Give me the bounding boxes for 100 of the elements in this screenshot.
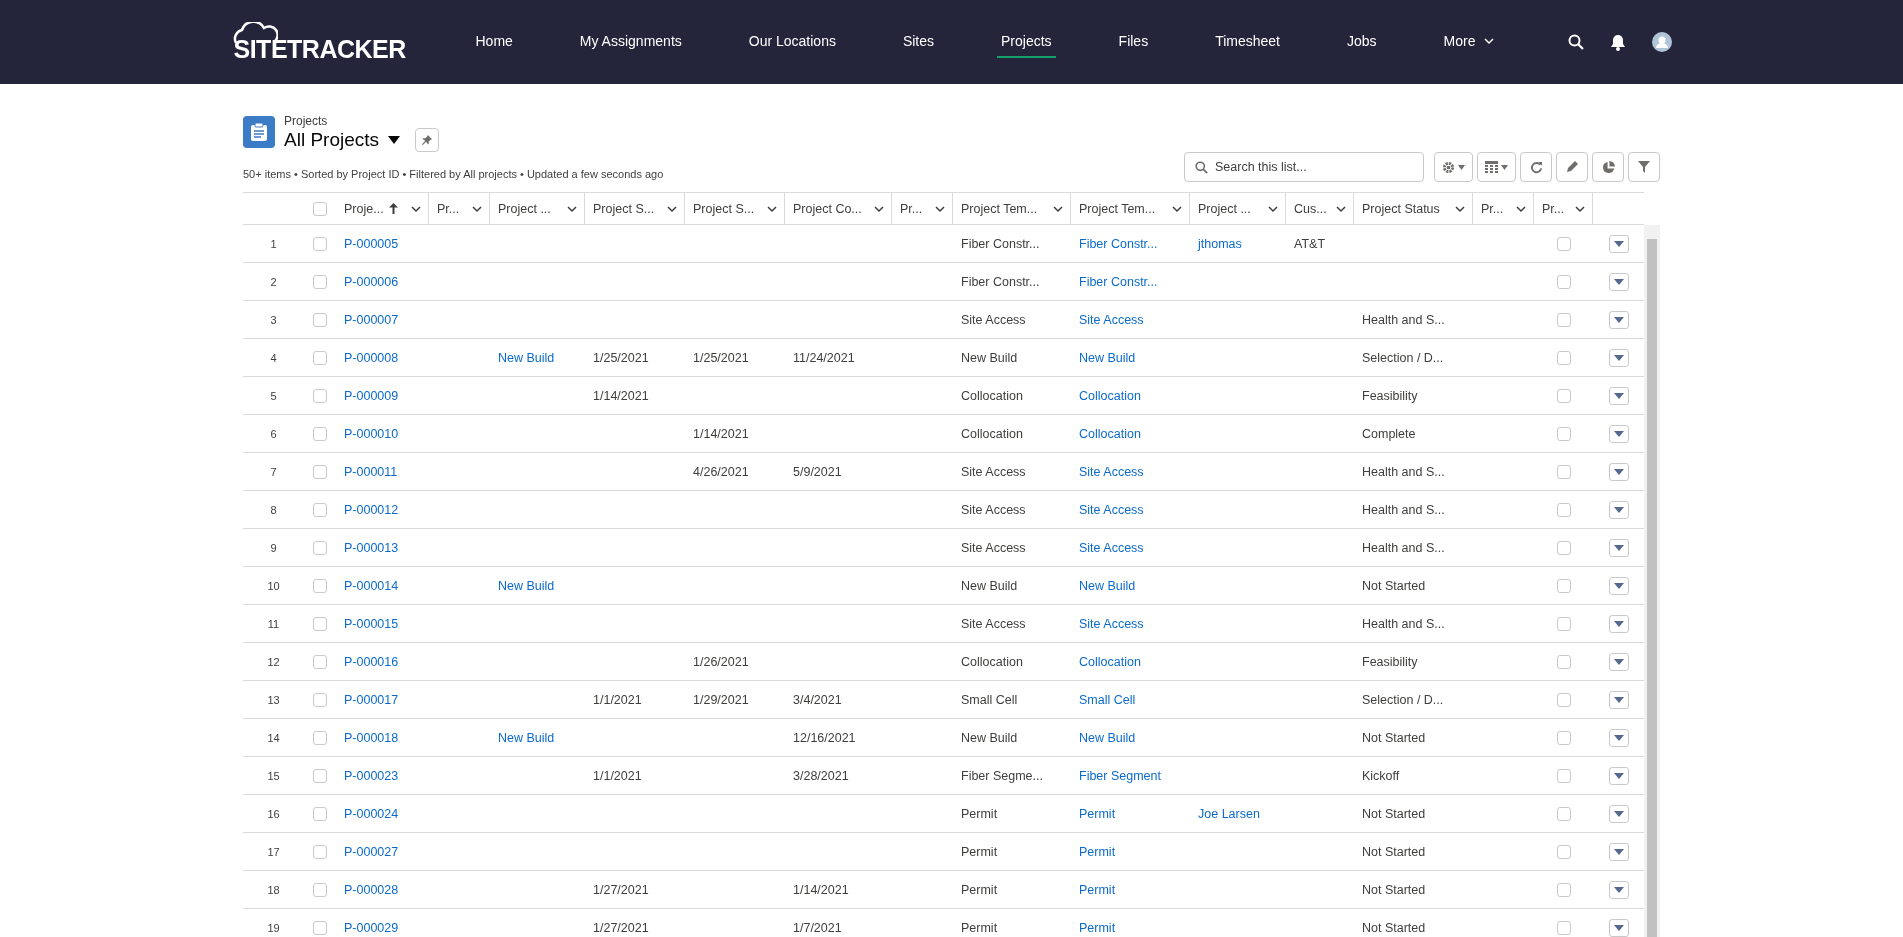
- record-link[interactable]: Small Cell: [1079, 692, 1136, 707]
- column-header[interactable]: Pr...: [1473, 193, 1534, 224]
- record-link[interactable]: New Build: [1079, 578, 1136, 593]
- record-link[interactable]: P-000006: [344, 274, 399, 289]
- row-actions-button[interactable]: [1608, 272, 1629, 291]
- row-checkbox[interactable]: [313, 730, 327, 745]
- checkbox[interactable]: [1556, 540, 1571, 555]
- record-link[interactable]: P-000008: [344, 350, 399, 365]
- checkbox[interactable]: [1556, 806, 1571, 821]
- record-link[interactable]: P-000014: [344, 578, 399, 593]
- checkbox[interactable]: [1556, 654, 1571, 669]
- checkbox[interactable]: [1556, 464, 1571, 479]
- record-link[interactable]: Collocation: [1079, 654, 1141, 669]
- chart-button[interactable]: [1592, 152, 1624, 182]
- row-actions-button[interactable]: [1608, 652, 1629, 671]
- column-header[interactable]: Project Status: [1354, 193, 1473, 224]
- record-link[interactable]: Site Access: [1079, 312, 1144, 327]
- column-header[interactable]: Proje...: [336, 193, 429, 224]
- record-link[interactable]: P-000017: [344, 692, 399, 707]
- record-link[interactable]: P-000012: [344, 502, 399, 517]
- checkbox[interactable]: [1556, 692, 1571, 707]
- row-actions-button[interactable]: [1608, 500, 1629, 519]
- row-checkbox[interactable]: [313, 882, 327, 897]
- row-checkbox[interactable]: [313, 426, 327, 441]
- nav-link[interactable]: More: [1441, 0, 1498, 84]
- record-link[interactable]: P-000013: [344, 540, 399, 555]
- row-actions-button[interactable]: [1608, 348, 1629, 367]
- row-actions-button[interactable]: [1608, 538, 1629, 557]
- search-icon[interactable]: [1567, 34, 1584, 50]
- nav-link[interactable]: Projects: [999, 0, 1054, 84]
- record-link[interactable]: Permit: [1079, 882, 1116, 897]
- column-header[interactable]: Cus...: [1286, 193, 1354, 224]
- record-link[interactable]: P-000005: [344, 236, 399, 251]
- row-checkbox[interactable]: [313, 350, 327, 365]
- record-link[interactable]: P-000023: [344, 768, 399, 783]
- checkbox[interactable]: [1556, 578, 1571, 593]
- row-actions-button[interactable]: [1608, 424, 1629, 443]
- checkbox[interactable]: [1556, 312, 1571, 327]
- select-all-checkbox[interactable]: [313, 201, 327, 216]
- row-checkbox[interactable]: [313, 920, 327, 935]
- column-header[interactable]: Pr...: [429, 193, 490, 224]
- nav-link[interactable]: My Assignments: [577, 0, 684, 84]
- record-link[interactable]: Site Access: [1079, 502, 1144, 517]
- row-checkbox[interactable]: [313, 540, 327, 555]
- record-link[interactable]: Collocation: [1079, 426, 1141, 441]
- record-link[interactable]: Permit: [1079, 806, 1116, 821]
- filter-button[interactable]: [1628, 152, 1660, 182]
- nav-link[interactable]: Our Locations: [746, 0, 838, 84]
- record-link[interactable]: Fiber Constr...: [1079, 274, 1158, 289]
- record-link[interactable]: Permit: [1079, 844, 1116, 859]
- column-header[interactable]: Project Tem...: [953, 193, 1071, 224]
- checkbox[interactable]: [1556, 768, 1571, 783]
- row-checkbox[interactable]: [313, 502, 327, 517]
- row-actions-button[interactable]: [1608, 842, 1629, 861]
- checkbox[interactable]: [1556, 920, 1571, 935]
- row-checkbox[interactable]: [313, 388, 327, 403]
- row-actions-button[interactable]: [1608, 462, 1629, 481]
- record-link[interactable]: New Build: [1079, 350, 1136, 365]
- nav-link[interactable]: Home: [473, 0, 515, 84]
- column-header[interactable]: Project ...: [490, 193, 585, 224]
- checkbox[interactable]: [1556, 844, 1571, 859]
- record-link[interactable]: Site Access: [1079, 540, 1144, 555]
- record-link[interactable]: P-000028: [344, 882, 399, 897]
- caret-icon[interactable]: [387, 135, 402, 145]
- record-link[interactable]: New Build: [498, 578, 555, 593]
- avatar-icon[interactable]: [1651, 32, 1672, 52]
- column-header[interactable]: Project S...: [585, 193, 685, 224]
- row-actions-button[interactable]: [1608, 728, 1629, 747]
- row-checkbox[interactable]: [313, 274, 327, 289]
- checkbox[interactable]: [1556, 730, 1571, 745]
- record-link[interactable]: Site Access: [1079, 464, 1144, 479]
- record-link[interactable]: New Build: [498, 730, 555, 745]
- edit-button[interactable]: [1556, 152, 1588, 182]
- row-checkbox[interactable]: [313, 692, 327, 707]
- column-header[interactable]: Pr...: [1534, 193, 1593, 224]
- row-actions-button[interactable]: [1608, 576, 1629, 595]
- column-header[interactable]: Project ...: [1190, 193, 1286, 224]
- bell-icon[interactable]: [1609, 33, 1626, 51]
- column-header[interactable]: Project Tem...: [1071, 193, 1190, 224]
- record-link[interactable]: P-000024: [344, 806, 399, 821]
- search-field[interactable]: Search this list...: [1184, 152, 1424, 182]
- checkbox[interactable]: [1556, 502, 1571, 517]
- record-link[interactable]: Site Access: [1079, 616, 1144, 631]
- row-actions-button[interactable]: [1608, 880, 1629, 899]
- checkbox[interactable]: [1556, 882, 1571, 897]
- record-link[interactable]: P-000009: [344, 388, 399, 403]
- column-header[interactable]: Project S...: [685, 193, 785, 224]
- row-actions-button[interactable]: [1608, 804, 1629, 823]
- row-checkbox[interactable]: [313, 844, 327, 859]
- record-link[interactable]: New Build: [498, 350, 555, 365]
- checkbox[interactable]: [1556, 274, 1571, 289]
- record-link[interactable]: Fiber Segment: [1079, 768, 1161, 783]
- row-checkbox[interactable]: [313, 312, 327, 327]
- record-link[interactable]: P-000010: [344, 426, 399, 441]
- record-link[interactable]: P-000015: [344, 616, 399, 631]
- display-as-table-button[interactable]: [1477, 152, 1516, 182]
- record-link[interactable]: P-000027: [344, 844, 399, 859]
- record-link[interactable]: P-000029: [344, 920, 399, 935]
- row-actions-button[interactable]: [1608, 310, 1629, 329]
- row-checkbox[interactable]: [313, 654, 327, 669]
